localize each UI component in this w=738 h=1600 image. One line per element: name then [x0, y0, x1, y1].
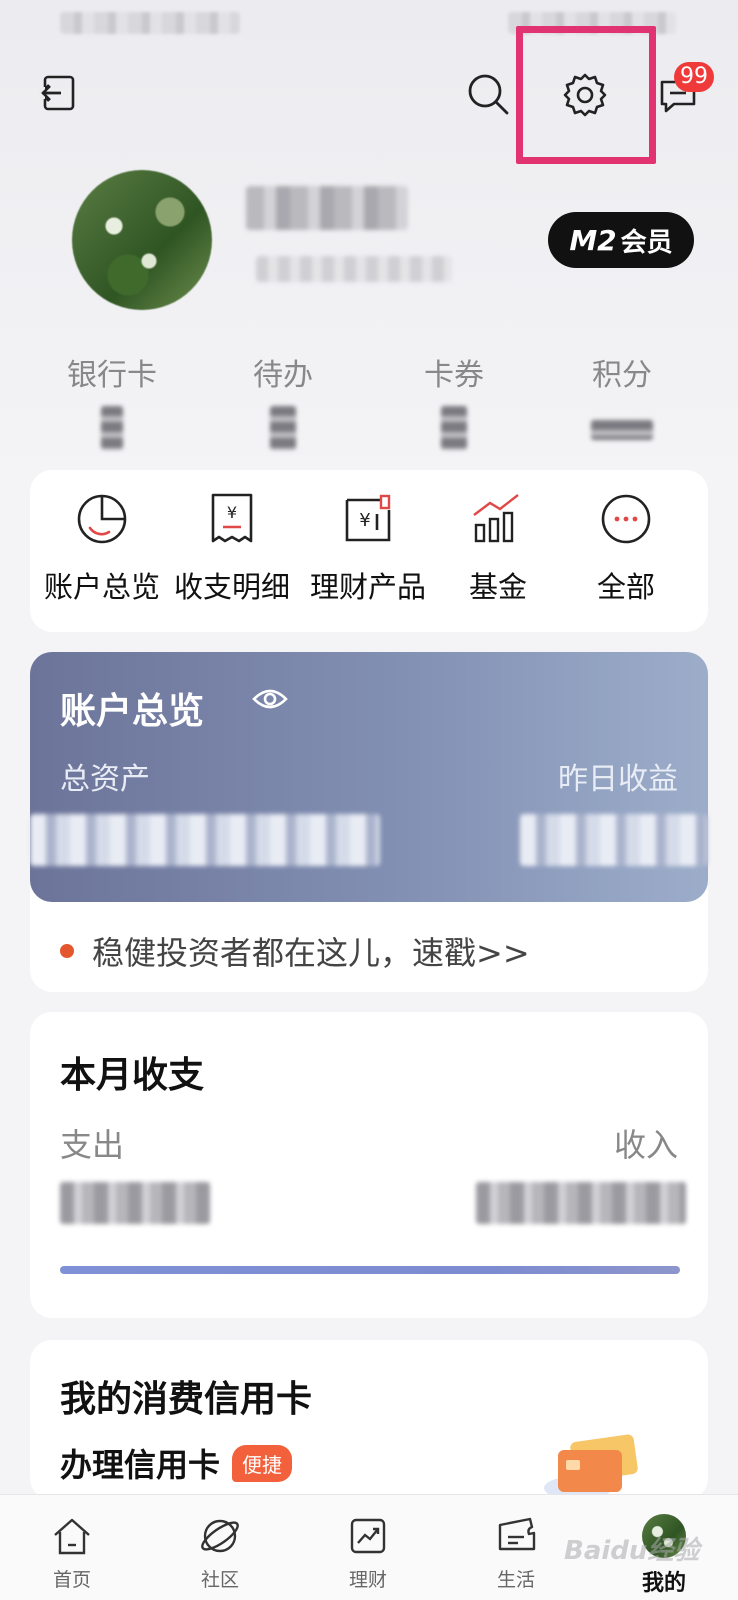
stat-label: 积分: [592, 358, 652, 393]
pie-chart-icon: [77, 494, 127, 544]
income-label: 收入: [613, 1126, 678, 1164]
menu-wealth-products[interactable]: ¥ 理财产品: [300, 488, 436, 606]
total-assets-value-blurred: [30, 814, 380, 866]
logout-button[interactable]: [36, 70, 82, 116]
credit-card-title: 我的消费信用卡: [60, 1379, 313, 1420]
member-label: 会员: [620, 227, 673, 258]
account-overview-panel[interactable]: 账户总览 总资产 昨日收益: [30, 652, 708, 902]
stat-points[interactable]: 积分: [552, 350, 692, 440]
stat-coupons[interactable]: 卡券: [384, 350, 524, 450]
logout-icon: [39, 75, 75, 111]
promo-link[interactable]: 稳健投资者都在这儿，速戳>>: [60, 928, 530, 974]
member-level-badge[interactable]: M2 会员: [548, 212, 694, 268]
tab-label: 理财: [348, 1569, 387, 1591]
credit-card-section: 我的消费信用卡 办理信用卡 便捷: [30, 1340, 708, 1500]
stat-label: 银行卡: [67, 358, 157, 393]
stat-label: 待办: [253, 358, 313, 393]
yesterday-earnings-value-blurred: [520, 814, 708, 866]
tab-home[interactable]: 首页: [22, 1513, 122, 1592]
promo-text: 稳健投资者都在这儿，速戳>>: [92, 934, 530, 972]
monthly-summary-card[interactable]: 本月收支 支出 收入: [30, 1012, 708, 1318]
tab-label: 生活: [496, 1569, 535, 1591]
menu-label: 基金: [468, 570, 527, 604]
apply-credit-card[interactable]: 办理信用卡 便捷: [60, 1440, 293, 1486]
menu-account-overview[interactable]: 账户总览: [34, 488, 170, 606]
svg-text:¥: ¥: [359, 510, 370, 531]
svg-text:¥: ¥: [227, 503, 237, 522]
finance-product-icon: ¥: [345, 494, 391, 542]
watermark: Baidu经验: [564, 1536, 700, 1566]
fund-chart-icon: [473, 494, 519, 543]
community-icon: [201, 1519, 239, 1553]
stat-value-blurred: [101, 406, 123, 450]
tab-wealth[interactable]: 理财: [318, 1513, 418, 1592]
menu-transaction-details[interactable]: ¥ 收支明细: [164, 488, 300, 606]
status-time-blurred: [60, 12, 240, 34]
tab-label: 首页: [52, 1569, 91, 1591]
tab-life[interactable]: 生活: [466, 1513, 566, 1592]
income-expense-bar: [60, 1266, 680, 1274]
quick-menu: 账户总览 ¥ 收支明细 ¥ 理财产品 基金 全部: [30, 470, 708, 632]
menu-all[interactable]: 全部: [558, 488, 694, 606]
life-icon: [498, 1517, 536, 1551]
eye-icon: [252, 689, 288, 709]
search-icon: [468, 74, 509, 115]
monthly-title: 本月收支: [60, 1055, 205, 1096]
menu-label: 收支明细: [173, 570, 290, 604]
settings-highlight-frame: [516, 26, 656, 164]
stat-todo[interactable]: 待办: [213, 350, 353, 450]
search-button[interactable]: [464, 70, 512, 118]
account-overview-card: 账户总览 总资产 昨日收益 稳健投资者都在这儿，速戳>>: [30, 652, 708, 992]
yesterday-earnings-label: 昨日收益: [558, 762, 678, 797]
avatar[interactable]: [72, 170, 212, 310]
member-level: M2: [569, 223, 617, 257]
income-value-blurred: [476, 1182, 686, 1224]
apply-credit-card-label: 办理信用卡: [60, 1446, 221, 1484]
tab-label: 我的: [641, 1571, 686, 1596]
message-count-badge: 99: [674, 62, 714, 92]
promo-dot: [60, 944, 74, 958]
more-icon: [601, 494, 651, 544]
stat-bank-cards[interactable]: 银行卡: [42, 350, 182, 450]
home-icon: [54, 1518, 90, 1555]
visibility-toggle[interactable]: [252, 686, 288, 716]
menu-label: 全部: [596, 570, 655, 604]
wealth-icon: [350, 1518, 386, 1554]
overview-title: 账户总览: [60, 691, 205, 732]
menu-label: 账户总览: [43, 570, 160, 604]
stat-value-blurred: [270, 406, 296, 450]
tab-label: 社区: [200, 1569, 239, 1591]
total-assets-label: 总资产: [60, 762, 150, 797]
receipt-icon: ¥: [211, 493, 253, 543]
convenient-tag: 便捷: [232, 1444, 293, 1482]
account-stats: 银行卡 待办 卡券 积分: [0, 350, 738, 450]
tab-community[interactable]: 社区: [170, 1513, 270, 1592]
expense-value-blurred: [60, 1182, 210, 1224]
stat-value-blurred: [441, 406, 467, 450]
menu-label: 理财产品: [309, 570, 426, 604]
username-blurred: [246, 186, 408, 230]
menu-fund[interactable]: 基金: [430, 488, 566, 606]
stat-label: 卡券: [424, 358, 484, 393]
expense-label: 支出: [60, 1126, 125, 1164]
stat-value-blurred: [591, 420, 653, 440]
credit-card-illustration: [544, 1434, 638, 1500]
phone-number-blurred: [256, 256, 452, 282]
